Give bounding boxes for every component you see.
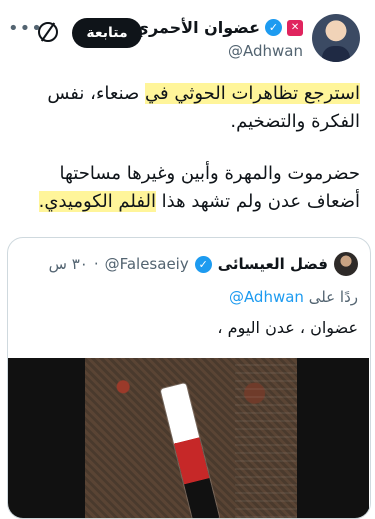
highlighted-phrase: الفلم الكوميدي. bbox=[38, 191, 156, 212]
quoted-author-avatar[interactable] bbox=[334, 252, 358, 276]
follow-button[interactable]: متابعة bbox=[72, 18, 142, 48]
reply-context: ردًا على @Adhwan bbox=[229, 288, 358, 306]
quoted-tweet-time[interactable]: ٣٠ س bbox=[49, 255, 88, 273]
tweet-paragraph-1: استرجع تظاهرات الحوثي في صنعاء، نفس الفك… bbox=[15, 80, 360, 136]
more-options-icon[interactable]: ••• bbox=[8, 18, 43, 39]
tweet-body: استرجع تظاهرات الحوثي في صنعاء، نفس الفك… bbox=[15, 80, 360, 216]
separator-dot: · bbox=[93, 255, 99, 273]
author-handle[interactable]: @Adhwan bbox=[228, 42, 303, 60]
verified-badge-icon: ✓ bbox=[194, 255, 212, 273]
tweet-paragraph-2: حضرموت والمهرة وأبين وغيرها مساحتها أضعا… bbox=[15, 160, 360, 216]
quoted-tweet-media[interactable] bbox=[8, 358, 369, 518]
quoted-author-name[interactable]: فضل العيسائى bbox=[218, 255, 328, 273]
tweet-header: عضوان الأحمري ✓ ✕ @Adhwan متابعة ••• bbox=[0, 12, 375, 64]
verified-badge-icon: ✓ bbox=[265, 19, 282, 36]
quoted-tweet-header: فضل العيسائى ✓ @Falesaeiy · ٣٠ س bbox=[49, 252, 358, 276]
affiliation-badge-icon[interactable]: ✕ bbox=[287, 19, 303, 36]
author-name-row: عضوان الأحمري ✓ ✕ bbox=[134, 18, 303, 37]
quoted-author-handle[interactable]: @Falesaeiy bbox=[105, 255, 189, 273]
reply-prefix: ردًا على bbox=[308, 288, 358, 306]
author-avatar[interactable] bbox=[312, 14, 360, 62]
highlighted-phrase: استرجع تظاهرات الحوثي في bbox=[145, 83, 360, 104]
protest-crowd-image[interactable] bbox=[85, 358, 297, 518]
reply-handle-link[interactable]: @Adhwan bbox=[229, 288, 304, 306]
quoted-tweet-text: عضوان ، عدن اليوم ، bbox=[217, 318, 358, 337]
quoted-tweet-card[interactable]: فضل العيسائى ✓ @Falesaeiy · ٣٠ س ردًا عل… bbox=[7, 237, 371, 519]
author-display-name[interactable]: عضوان الأحمري bbox=[134, 18, 260, 37]
